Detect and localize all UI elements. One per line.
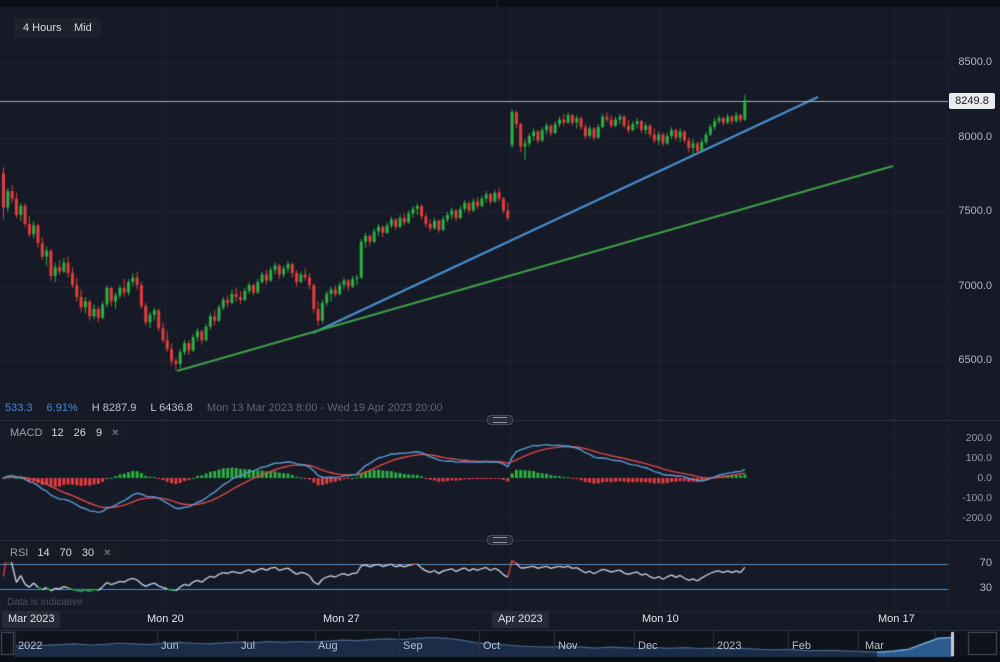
navigator-month-label: Jun [161, 640, 179, 652]
time-axis-label: Mon 17 [878, 612, 915, 627]
price-tick: 8000.0 [948, 131, 992, 143]
time-axis-label: Mon 20 [147, 612, 184, 627]
change-percent: 6.91% [47, 402, 78, 414]
rsi-params: 14 70 30 [37, 547, 94, 559]
macd-tick: 100.0 [948, 452, 992, 464]
time-axis-label: Mar 2023 [2, 611, 60, 628]
navigator-month-label: Oct [483, 640, 500, 652]
macd-close-icon[interactable]: ✕ [111, 428, 119, 439]
trading-chart-window: 4 Hours Mid 8500.0 8000.0 7500.0 7000.0 6500… [0, 0, 1000, 662]
period-low: L 6436.8 [150, 402, 192, 414]
macd-resize-handle[interactable] [487, 415, 513, 425]
change-value: 533.3 [5, 402, 33, 414]
navigator-month-label: Feb [792, 640, 811, 652]
navigator-month-label: 2023 [717, 640, 741, 652]
navigator-month-label: Aug [318, 640, 338, 652]
price-tick: 7500.0 [948, 205, 992, 217]
rsi-label: RSI [10, 547, 28, 559]
price-tick: 6500.0 [948, 354, 992, 366]
visible-date-range: Mon 13 Mar 2023 8:00 - Wed 19 Apr 2023 2… [207, 402, 443, 414]
time-axis-label: Mon 27 [323, 612, 360, 627]
navigator-month-label: Nov [558, 640, 578, 652]
chart-canvas[interactable] [0, 0, 1000, 662]
rsi-tick: 30 [948, 582, 992, 594]
price-type-button[interactable]: Mid [65, 18, 101, 38]
status-bar: 533.3 6.91% H 8287.9 L 6436.8 Mon 13 Mar… [5, 402, 443, 414]
navigator-window[interactable] [877, 630, 953, 657]
navigator-month-label: Dec [638, 640, 658, 652]
rsi-resize-handle[interactable] [487, 535, 513, 545]
macd-tick: 200.0 [948, 432, 992, 444]
time-axis-label: Mon 10 [642, 612, 679, 627]
macd-indicator-badge[interactable]: MACD 12 26 9 ✕ [2, 424, 127, 442]
timeframe-button[interactable]: 4 Hours [14, 18, 71, 38]
navigator-month-label: Jul [241, 640, 255, 652]
navigator-month-label: Sep [403, 640, 423, 652]
rsi-indicator-badge[interactable]: RSI 14 70 30 ✕ [2, 544, 120, 562]
indicative-data-watermark: Data is indicative [7, 597, 83, 608]
rsi-tick: 70 [948, 557, 992, 569]
macd-tick: -200.0 [948, 512, 992, 524]
time-axis-label: Apr 2023 [492, 611, 549, 628]
current-price-label: 8249.8 [949, 93, 995, 109]
macd-params: 12 26 9 [51, 427, 102, 439]
navigator-month-label: 2022 [18, 640, 42, 652]
period-high: H 8287.9 [92, 402, 137, 414]
price-tick: 8500.0 [948, 56, 992, 68]
macd-tick: -100.0 [948, 492, 992, 504]
price-tick: 7000.0 [948, 280, 992, 292]
macd-tick: 0.0 [948, 472, 992, 484]
macd-label: MACD [10, 427, 42, 439]
rsi-close-icon[interactable]: ✕ [103, 548, 111, 559]
